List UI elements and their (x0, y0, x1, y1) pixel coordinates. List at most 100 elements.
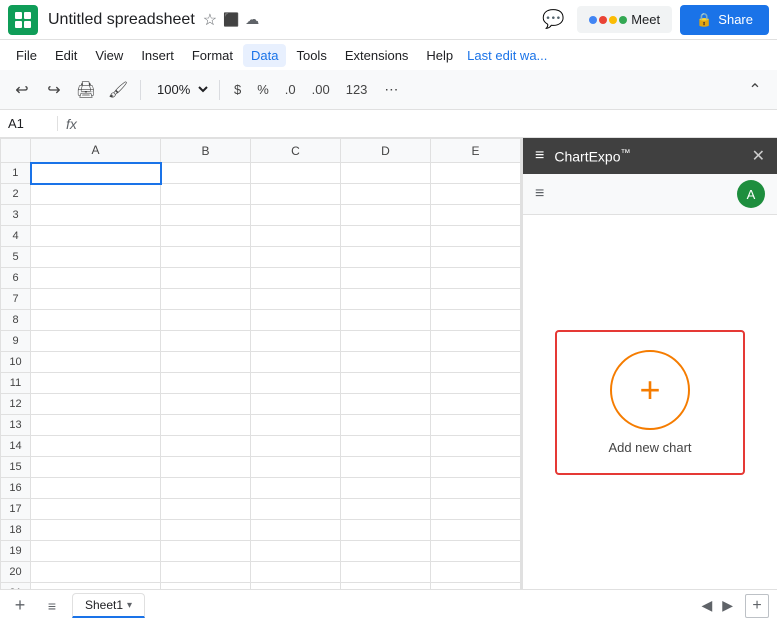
cell-d21[interactable] (341, 583, 431, 590)
col-header-b[interactable]: B (161, 139, 251, 163)
cell-d4[interactable] (341, 226, 431, 247)
menu-extensions[interactable]: Extensions (337, 44, 417, 67)
panel-close-button[interactable]: ✕ (752, 146, 765, 166)
cell-b4[interactable] (161, 226, 251, 247)
col-header-d[interactable]: D (341, 139, 431, 163)
menu-edit[interactable]: Edit (47, 44, 85, 67)
decimal0-button[interactable]: .0 (279, 80, 302, 99)
cell-d10[interactable] (341, 352, 431, 373)
cell-a11[interactable] (31, 373, 161, 394)
cell-e7[interactable] (431, 289, 521, 310)
cell-d20[interactable] (341, 562, 431, 583)
cell-c4[interactable] (251, 226, 341, 247)
collapse-button[interactable]: ⌃ (741, 76, 769, 104)
cell-d18[interactable] (341, 520, 431, 541)
cell-d13[interactable] (341, 415, 431, 436)
cell-b18[interactable] (161, 520, 251, 541)
number-format-button[interactable]: 123 (340, 80, 374, 99)
cell-a9[interactable] (31, 331, 161, 352)
cell-e13[interactable] (431, 415, 521, 436)
cell-e18[interactable] (431, 520, 521, 541)
cell-e8[interactable] (431, 310, 521, 331)
cell-a5[interactable] (31, 247, 161, 268)
cell-e2[interactable] (431, 184, 521, 205)
cell-a10[interactable] (31, 352, 161, 373)
cell-e21[interactable] (431, 583, 521, 590)
cell-e17[interactable] (431, 499, 521, 520)
cell-b13[interactable] (161, 415, 251, 436)
cell-d19[interactable] (341, 541, 431, 562)
cell-b21[interactable] (161, 583, 251, 590)
cell-c19[interactable] (251, 541, 341, 562)
cell-c14[interactable] (251, 436, 341, 457)
cell-e20[interactable] (431, 562, 521, 583)
cell-c11[interactable] (251, 373, 341, 394)
meet-button[interactable]: Meet (577, 6, 672, 33)
menu-tools[interactable]: Tools (288, 44, 334, 67)
cell-c2[interactable] (251, 184, 341, 205)
cell-b16[interactable] (161, 478, 251, 499)
cell-b20[interactable] (161, 562, 251, 583)
decimal00-button[interactable]: .00 (306, 80, 336, 99)
cell-d9[interactable] (341, 331, 431, 352)
cell-e15[interactable] (431, 457, 521, 478)
cell-a14[interactable] (31, 436, 161, 457)
cell-b12[interactable] (161, 394, 251, 415)
cell-d2[interactable] (341, 184, 431, 205)
cell-b10[interactable] (161, 352, 251, 373)
cell-c5[interactable] (251, 247, 341, 268)
drive-icon[interactable]: ⬛ (223, 12, 239, 28)
cell-c12[interactable] (251, 394, 341, 415)
cell-e1[interactable] (431, 163, 521, 184)
cell-c20[interactable] (251, 562, 341, 583)
cell-e16[interactable] (431, 478, 521, 499)
cell-a8[interactable] (31, 310, 161, 331)
cell-e4[interactable] (431, 226, 521, 247)
cell-c17[interactable] (251, 499, 341, 520)
panel-hamburger-icon[interactable]: ≡ (535, 185, 544, 203)
cell-d7[interactable] (341, 289, 431, 310)
last-edit-link[interactable]: Last edit wa... (467, 48, 547, 63)
cell-a16[interactable] (31, 478, 161, 499)
cell-e3[interactable] (431, 205, 521, 226)
cell-b11[interactable] (161, 373, 251, 394)
cell-b15[interactable] (161, 457, 251, 478)
cell-c7[interactable] (251, 289, 341, 310)
cell-b9[interactable] (161, 331, 251, 352)
nav-right-arrow[interactable]: ▶ (718, 595, 737, 616)
menu-format[interactable]: Format (184, 44, 241, 67)
add-new-sheet-icon[interactable]: + (745, 594, 769, 618)
cell-a18[interactable] (31, 520, 161, 541)
cell-b19[interactable] (161, 541, 251, 562)
cell-c1[interactable] (251, 163, 341, 184)
cell-a21[interactable] (31, 583, 161, 590)
cell-b1[interactable] (161, 163, 251, 184)
cell-b6[interactable] (161, 268, 251, 289)
cell-a20[interactable] (31, 562, 161, 583)
cell-a1[interactable] (31, 163, 161, 184)
cell-e6[interactable] (431, 268, 521, 289)
cell-d6[interactable] (341, 268, 431, 289)
add-sheet-button[interactable]: + (8, 594, 32, 618)
undo-button[interactable]: ↩ (8, 76, 36, 104)
cell-e19[interactable] (431, 541, 521, 562)
cell-b3[interactable] (161, 205, 251, 226)
cell-c3[interactable] (251, 205, 341, 226)
cell-a13[interactable] (31, 415, 161, 436)
star-icon[interactable]: ☆ (203, 10, 217, 30)
cell-e14[interactable] (431, 436, 521, 457)
cell-c18[interactable] (251, 520, 341, 541)
sheets-list-button[interactable]: ≡ (40, 594, 64, 618)
sheet-dropdown-icon[interactable]: ▾ (127, 600, 132, 611)
currency-button[interactable]: $ (228, 80, 247, 99)
paint-format-button[interactable]: 🖌 (104, 76, 132, 104)
cell-c16[interactable] (251, 478, 341, 499)
sheet-tab-sheet1[interactable]: Sheet1 ▾ (72, 593, 145, 618)
menu-file[interactable]: File (8, 44, 45, 67)
cell-b7[interactable] (161, 289, 251, 310)
zoom-select[interactable]: 100% 75% 50% 125% 150% (149, 79, 211, 100)
cell-a2[interactable] (31, 184, 161, 205)
menu-insert[interactable]: Insert (133, 44, 182, 67)
cell-c6[interactable] (251, 268, 341, 289)
redo-button[interactable]: ↪ (40, 76, 68, 104)
